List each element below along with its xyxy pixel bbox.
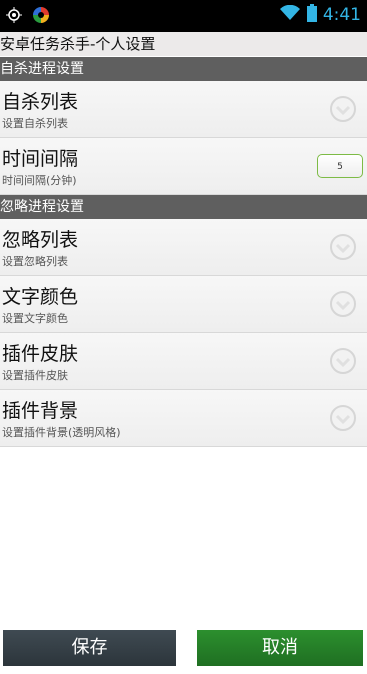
- row-self-kill-list[interactable]: 自杀列表 设置自杀列表: [0, 81, 367, 138]
- row-widget-background[interactable]: 插件背景 设置插件背景(透明风格): [0, 390, 367, 447]
- cancel-button[interactable]: 取消: [197, 630, 363, 666]
- row-subtitle: 设置插件背景(透明风格): [2, 426, 121, 439]
- interval-value-input[interactable]: 5: [317, 154, 363, 178]
- row-interval[interactable]: 时间间隔 时间间隔(分钟) 5: [0, 138, 367, 195]
- app-logo-icon: [32, 6, 50, 28]
- chevron-circle-icon[interactable]: [329, 290, 357, 322]
- row-title: 文字颜色: [2, 286, 79, 308]
- chevron-circle-icon[interactable]: [329, 404, 357, 436]
- row-ignore-list[interactable]: 忽略列表 设置忽略列表: [0, 219, 367, 276]
- row-subtitle: 设置忽略列表: [2, 255, 68, 268]
- chevron-circle-icon[interactable]: [329, 347, 357, 379]
- battery-icon: [306, 4, 317, 26]
- section-header-ignore: 忽略进程设置: [0, 195, 367, 219]
- row-title: 忽略列表: [2, 229, 79, 251]
- row-subtitle: 设置自杀列表: [2, 117, 68, 130]
- chevron-circle-icon[interactable]: [329, 233, 357, 265]
- row-text-color[interactable]: 文字颜色 设置文字颜色: [0, 276, 367, 333]
- save-button[interactable]: 保存: [3, 630, 176, 666]
- row-subtitle: 时间间隔(分钟): [2, 174, 77, 187]
- row-title: 插件背景: [2, 400, 79, 422]
- row-title: 插件皮肤: [2, 343, 79, 365]
- status-bar: 4:41: [0, 0, 367, 32]
- row-subtitle: 设置插件皮肤: [2, 369, 68, 382]
- chevron-circle-icon[interactable]: [329, 95, 357, 127]
- page-title: 安卓任务杀手-个人设置: [0, 32, 367, 56]
- row-title: 时间间隔: [2, 148, 79, 170]
- location-icon: [6, 7, 22, 27]
- wifi-icon: [279, 4, 301, 25]
- row-widget-skin[interactable]: 插件皮肤 设置插件皮肤: [0, 333, 367, 390]
- section-header-self-kill: 自杀进程设置: [0, 57, 367, 81]
- row-title: 自杀列表: [2, 91, 79, 113]
- status-time: 4:41: [322, 5, 361, 25]
- row-subtitle: 设置文字颜色: [2, 312, 68, 325]
